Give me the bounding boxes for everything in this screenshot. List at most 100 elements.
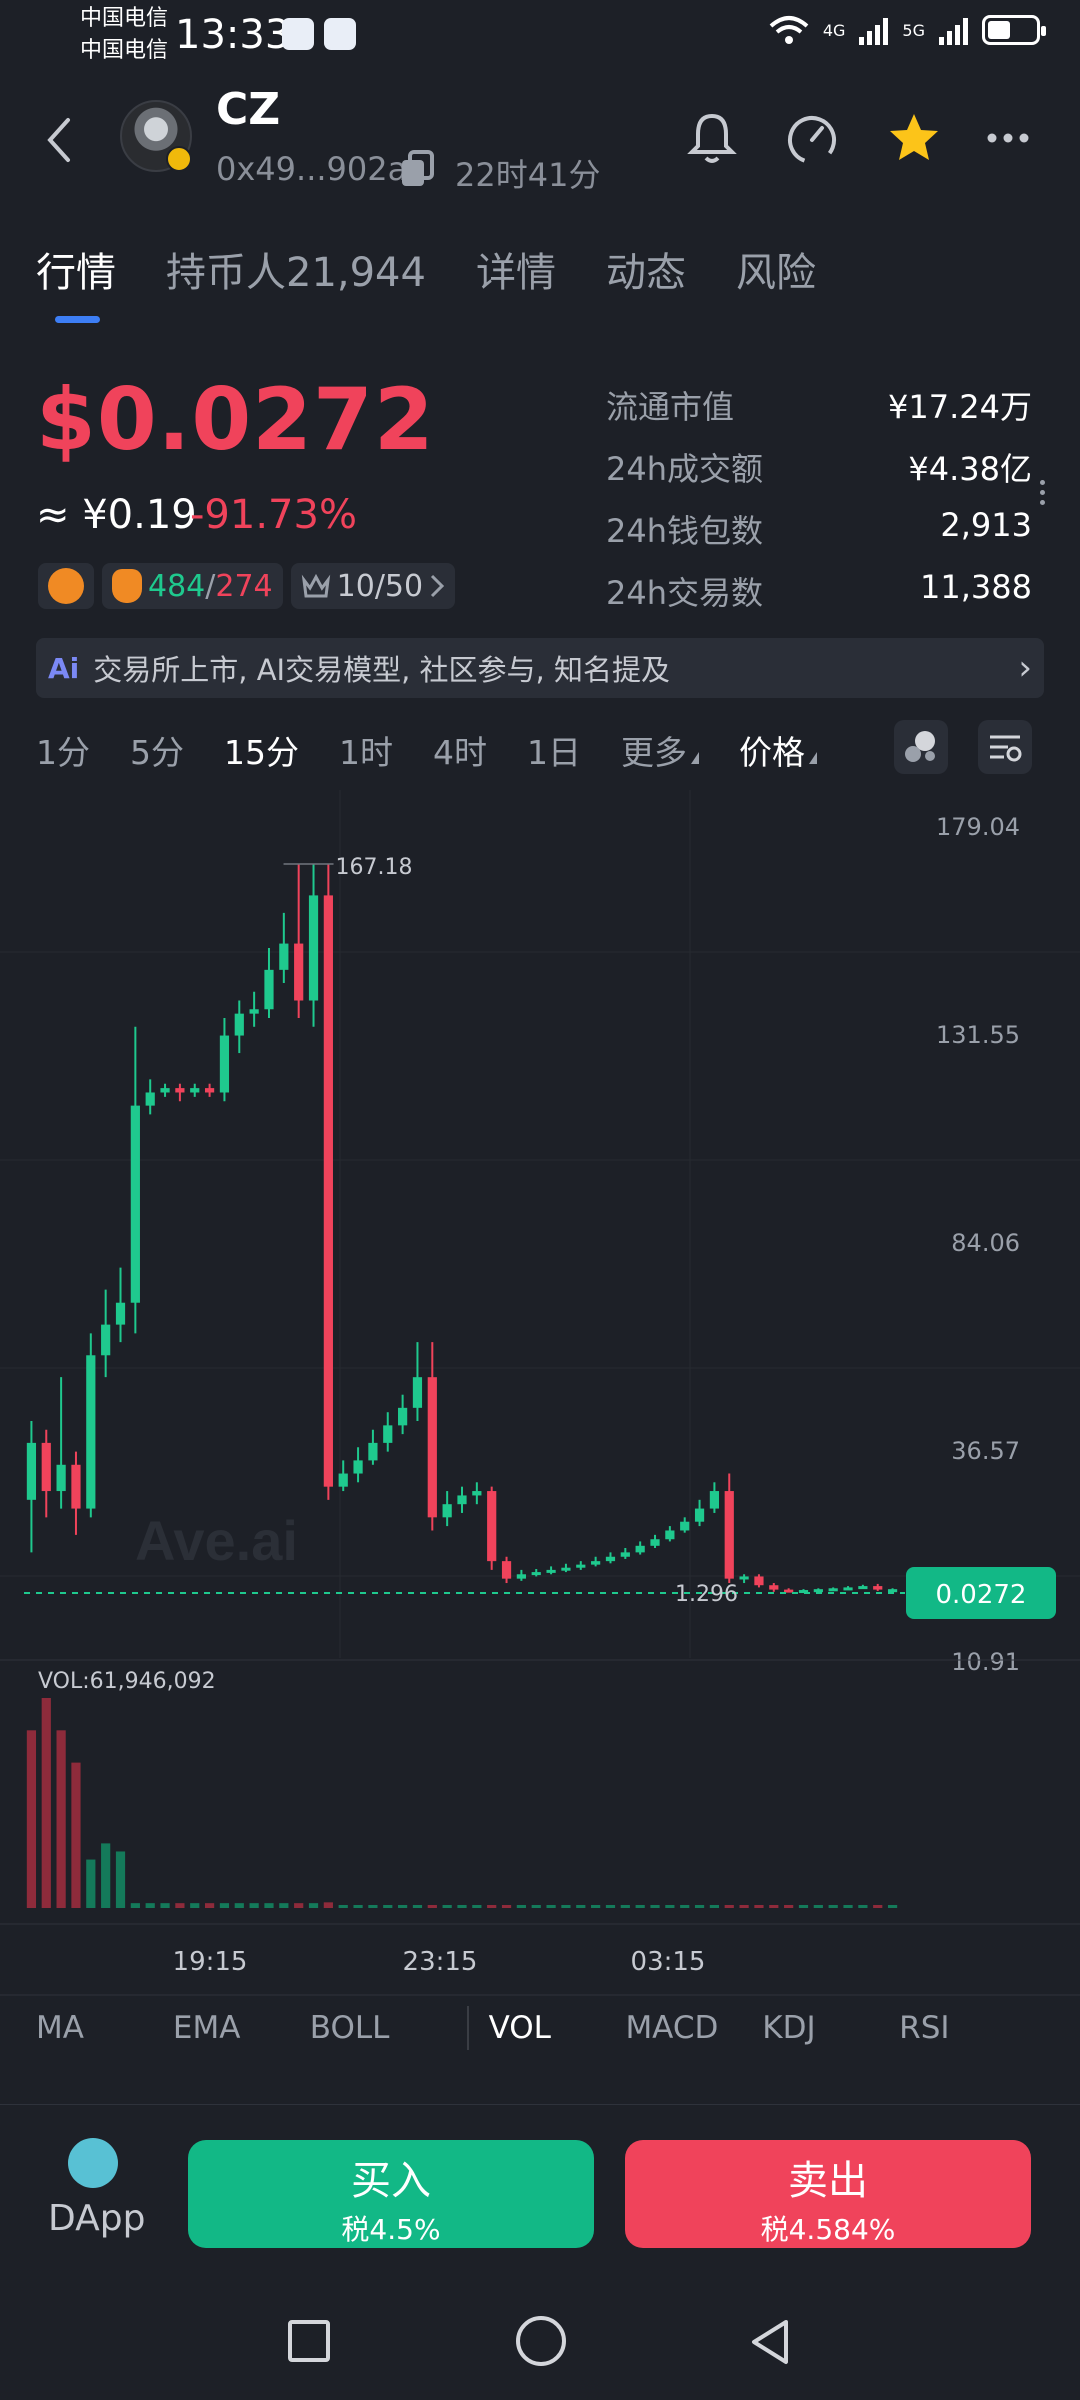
- volume-bar: [516, 1905, 526, 1908]
- volume-bar: [383, 1905, 393, 1908]
- holders-buy: 484: [148, 568, 206, 604]
- candle-body: [130, 1105, 140, 1303]
- volume-bar: [858, 1905, 868, 1908]
- price-usd: $0.0272: [36, 370, 435, 470]
- candle-body: [769, 1585, 779, 1590]
- candle-body: [531, 1572, 541, 1576]
- side-more-icon[interactable]: [1040, 480, 1048, 510]
- copy-icon[interactable]: [398, 150, 438, 188]
- volume-bar: [41, 1698, 51, 1908]
- candle-body: [160, 1088, 170, 1093]
- sell-button[interactable]: 卖出 税4.584%: [625, 2140, 1031, 2248]
- timeframe-bar: 1分 5分 15分 1时 4时 1日 更多 价格: [36, 728, 817, 772]
- candle-body: [694, 1508, 705, 1522]
- sell-label: 卖出: [788, 2158, 868, 2204]
- recents-icon[interactable]: [288, 2320, 330, 2362]
- back-icon[interactable]: [40, 110, 80, 170]
- buy-button[interactable]: 买入 税4.5%: [188, 2140, 594, 2248]
- timeframe-1h[interactable]: 1时: [339, 726, 393, 774]
- candle-body: [175, 1088, 185, 1093]
- price-chart[interactable]: Ave.ai 167.18 1.296 0.0272 179.04 131.55 84.06…: [0, 790, 1080, 2010]
- price-mode-toggle[interactable]: 价格: [739, 726, 817, 774]
- settings-icon: [990, 735, 1022, 762]
- candle-body: [41, 1442, 51, 1492]
- tab-details[interactable]: 详情: [476, 240, 556, 298]
- volume-bar: [709, 1905, 720, 1908]
- volume-bar: [546, 1905, 556, 1908]
- y-tick-label: 131.55: [936, 1021, 1020, 1049]
- chevron-right-icon: ›: [1018, 648, 1032, 688]
- volume-bar: [472, 1905, 482, 1908]
- chart-style-button[interactable]: [894, 720, 948, 774]
- candlestick-chart[interactable]: Ave.ai 167.18 1.296 0.0272 179.04 131.55 84.06…: [0, 790, 1080, 2010]
- tab-risk[interactable]: 风险: [736, 240, 816, 298]
- ai-banner[interactable]: Ai 交易所上市, AI交易模型, 社区参与, 知名提及 ›: [36, 638, 1044, 698]
- indicator-ema[interactable]: EMA: [173, 2010, 310, 2050]
- holders-chip[interactable]: 484/274: [102, 563, 283, 609]
- volume-bar: [264, 1903, 274, 1908]
- candle-body: [26, 1442, 37, 1500]
- timeframe-4h[interactable]: 4时: [433, 726, 487, 774]
- candle-body: [368, 1442, 378, 1461]
- candle-body: [650, 1539, 660, 1546]
- watermark-text: Ave.ai: [135, 1509, 298, 1572]
- timeframe-15m[interactable]: 15分: [224, 726, 299, 774]
- buy-tax: 税4.5%: [341, 2213, 441, 2246]
- volume-bar: [412, 1905, 423, 1908]
- volume-bar: [175, 1903, 185, 1908]
- volume-bar: [635, 1905, 645, 1908]
- network-type-1: 4G: [822, 20, 846, 40]
- indicator-macd[interactable]: MACD: [625, 2010, 762, 2050]
- timeframe-1d[interactable]: 1日: [527, 726, 581, 774]
- candle-body: [546, 1569, 556, 1573]
- volume-bar: [204, 1903, 215, 1908]
- candle-body: [115, 1302, 126, 1325]
- dropdown-triangle-icon: [809, 752, 817, 764]
- divider: [466, 2006, 469, 2050]
- nav-back-icon[interactable]: [742, 2314, 798, 2370]
- volume-bar: [605, 1905, 616, 1908]
- chart-settings-button[interactable]: [978, 720, 1032, 774]
- volume-bar: [353, 1905, 363, 1908]
- dapp-label[interactable]: DApp: [48, 2198, 145, 2239]
- gauge-icon[interactable]: [782, 108, 842, 168]
- volume-bar: [620, 1905, 630, 1908]
- candle-body: [605, 1556, 616, 1562]
- volume-bar: [338, 1905, 348, 1908]
- rank-chip[interactable]: 10/50: [290, 563, 456, 609]
- tab-activity[interactable]: 动态: [606, 240, 686, 298]
- indicator-kdj[interactable]: KDJ: [762, 2010, 899, 2050]
- tab-holders[interactable]: 持币人21,944: [166, 240, 426, 298]
- signal-icon: [859, 15, 889, 45]
- indicator-ma[interactable]: MA: [36, 2010, 173, 2050]
- star-icon[interactable]: [884, 108, 944, 168]
- current-price-label: 0.0272: [936, 1580, 1027, 1610]
- wifi-icon: [769, 16, 809, 44]
- candle-body: [101, 1324, 111, 1356]
- volume-bar: [457, 1905, 467, 1908]
- timeframe-5m[interactable]: 5分: [130, 726, 184, 774]
- tab-market[interactable]: 行情: [36, 240, 116, 298]
- candle-body: [591, 1561, 601, 1565]
- token-address: 0x49...902a: [216, 150, 408, 188]
- indicator-rsi[interactable]: RSI: [899, 2010, 1036, 2050]
- indicator-vol[interactable]: VOL: [489, 2010, 626, 2050]
- volume-bar: [115, 1851, 126, 1908]
- stat-label: 24h交易数: [606, 574, 764, 612]
- ai-banner-text: 交易所上市, AI交易模型, 社区参与, 知名提及: [93, 653, 670, 687]
- timeframe-1m[interactable]: 1分: [36, 726, 90, 774]
- more-icon[interactable]: [980, 108, 1040, 168]
- timeframe-more[interactable]: 更多: [621, 726, 699, 774]
- bell-icon[interactable]: [682, 108, 742, 168]
- candle-body: [457, 1495, 467, 1505]
- candle-body: [487, 1491, 497, 1562]
- status-indicators: 4G 5G: [769, 14, 1046, 46]
- dapp-icon[interactable]: [68, 2138, 118, 2188]
- high-price-label: 167.18: [336, 855, 413, 880]
- indicator-boll[interactable]: BOLL: [310, 2010, 447, 2050]
- home-icon[interactable]: [516, 2316, 566, 2366]
- coin-chip[interactable]: [38, 563, 94, 609]
- dropdown-triangle-icon: [691, 752, 699, 764]
- indicator-bar: MA EMA BOLL VOL MACD KDJ RSI: [36, 2006, 1036, 2050]
- candle-body: [754, 1576, 764, 1586]
